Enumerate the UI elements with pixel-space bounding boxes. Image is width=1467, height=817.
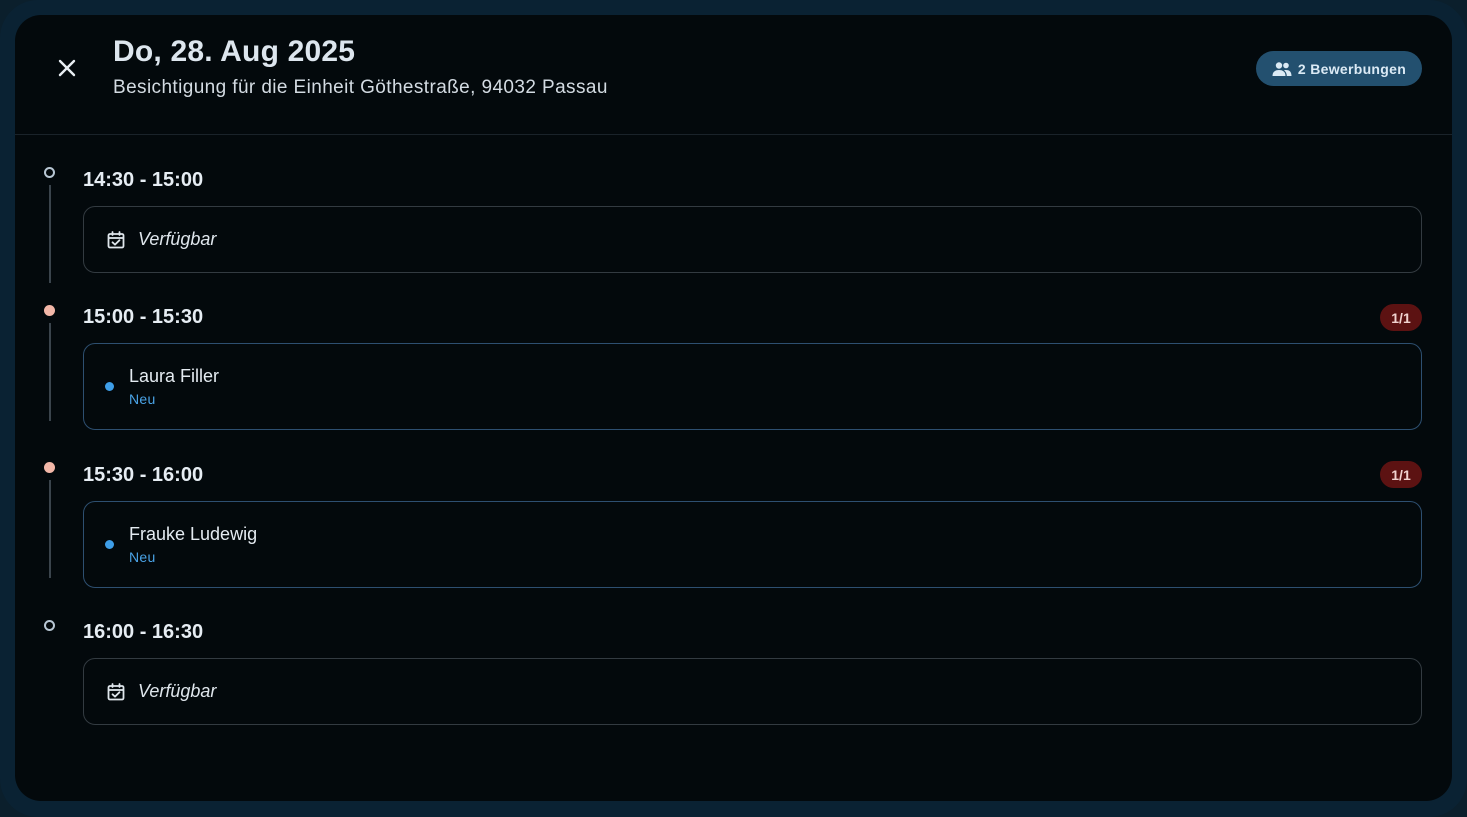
slot-card-available[interactable]: Verfügbar (83, 658, 1422, 725)
status-dot (105, 540, 114, 549)
timeline-marker-free (44, 620, 55, 631)
available-label: Verfügbar (138, 681, 217, 701)
applicant-name: Frauke Ludewig (129, 524, 258, 544)
close-icon (58, 59, 76, 77)
dialog-header: Do, 28. Aug 2025 Besichtigung für die Ei… (15, 15, 1452, 135)
capacity-badge: 1/1 (1380, 461, 1422, 488)
timeline-connector (49, 185, 51, 283)
slot-card-available[interactable]: Verfügbar (83, 206, 1422, 273)
applicant-status: Neu (129, 391, 156, 407)
status-dot (105, 382, 114, 391)
people-icon (1272, 61, 1292, 76)
appointment-dialog: Do, 28. Aug 2025 Besichtigung für die Ei… (15, 15, 1452, 801)
slot-time: 15:00 - 15:30 (83, 306, 204, 328)
capacity-badge: 1/1 (1380, 304, 1422, 331)
timeline-marker-booked (44, 462, 55, 473)
window-frame: Do, 28. Aug 2025 Besichtigung für die Ei… (0, 0, 1467, 817)
available-label: Verfügbar (138, 229, 217, 249)
page-subtitle: Besichtigung für die Einheit Göthestraße… (113, 77, 608, 98)
calendar-check-icon (107, 683, 125, 701)
slot-time: 14:30 - 15:00 (83, 169, 204, 191)
slot-card-booked[interactable]: Laura Filler Neu (83, 343, 1422, 430)
timeline-marker-booked (44, 305, 55, 316)
timeline-connector (49, 480, 51, 578)
close-button[interactable] (51, 52, 83, 84)
applicant-name: Laura Filler (129, 366, 220, 386)
page-title: Do, 28. Aug 2025 (113, 35, 356, 68)
slot-card-booked[interactable]: Frauke Ludewig Neu (83, 501, 1422, 588)
applicant-status: Neu (129, 549, 156, 565)
timeline-connector (49, 323, 51, 421)
slot-time: 16:00 - 16:30 (83, 621, 204, 643)
timeline-marker-free (44, 167, 55, 178)
slot-time: 15:30 - 16:00 (83, 464, 204, 486)
applications-button[interactable]: 2 Bewerbungen (1256, 51, 1422, 86)
calendar-check-icon (107, 231, 125, 249)
applications-label: 2 Bewerbungen (1297, 60, 1407, 77)
